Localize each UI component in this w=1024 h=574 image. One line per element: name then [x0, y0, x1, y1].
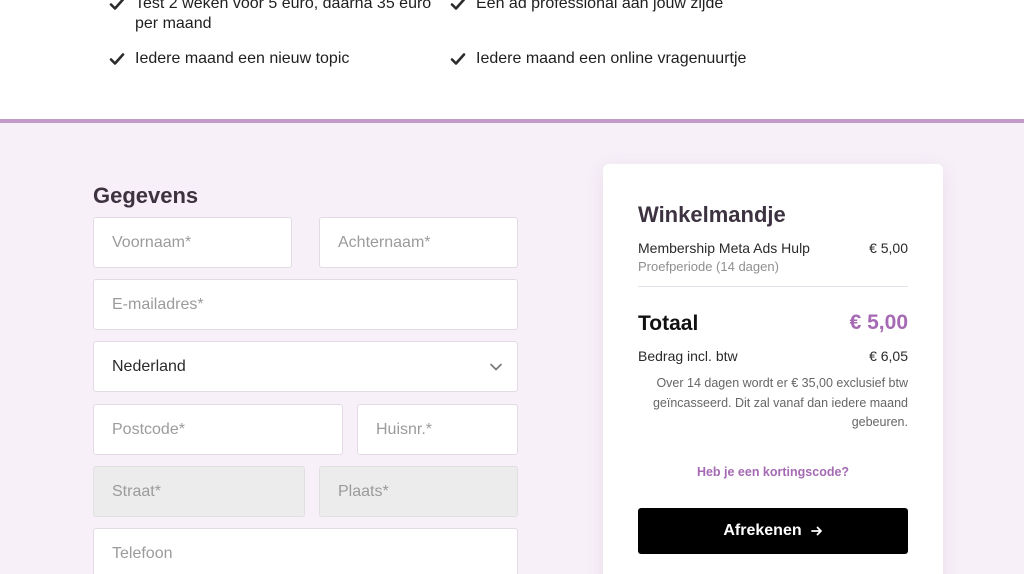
check-icon: [450, 53, 466, 65]
vat-label: Bedrag incl. btw: [638, 348, 738, 364]
first-name-placeholder: Voornaam*: [112, 233, 192, 251]
cart-divider: [638, 286, 908, 287]
cart-item-subtitle: Proefperiode (14 dagen): [638, 259, 779, 274]
phone-input[interactable]: Telefoon: [93, 528, 518, 574]
country-select[interactable]: Nederland: [93, 341, 518, 392]
checkout-section: Gegevens Voornaam* Achternaam* E-mailadr…: [0, 123, 1024, 574]
benefit-text: Iedere maand een online vragenuurtje: [476, 50, 747, 67]
country-value: Nederland: [112, 357, 186, 375]
cart-title: Winkelmandje: [638, 202, 786, 227]
benefit-item: Iedere maand een online vragenuurtje: [450, 49, 780, 69]
street-input[interactable]: Straat*: [93, 466, 305, 517]
house-number-input[interactable]: Huisnr.*: [357, 404, 518, 455]
benefit-item: Een ad professional aan jouw zijde: [450, 0, 780, 14]
first-name-input[interactable]: Voornaam*: [93, 217, 292, 268]
last-name-placeholder: Achternaam*: [338, 233, 431, 251]
cart-item-name: Membership Meta Ads Hulp: [638, 240, 810, 256]
phone-placeholder: Telefoon: [112, 544, 173, 562]
checkout-label: Afrekenen: [723, 522, 802, 539]
total-label: Totaal: [638, 312, 699, 335]
street-placeholder: Straat*: [112, 482, 161, 500]
benefit-text: Iedere maand een nieuw topic: [135, 50, 350, 67]
postcode-input[interactable]: Postcode*: [93, 404, 343, 455]
benefit-item: Test 2 weken voor 5 euro, daarna 35 euro…: [109, 0, 439, 34]
chevron-down-icon: [490, 363, 502, 370]
benefit-item: Iedere maand een nieuw topic: [109, 49, 439, 69]
discount-code-link[interactable]: Heb je een kortingscode?: [603, 465, 943, 479]
form-title: Gegevens: [93, 183, 199, 208]
benefits-section: Test 2 weken voor 5 euro, daarna 35 euro…: [0, 0, 1024, 119]
email-placeholder: E-mailadres*: [112, 295, 204, 313]
total-value: € 5,00: [849, 311, 908, 334]
house-number-placeholder: Huisnr.*: [376, 420, 433, 438]
check-icon: [450, 0, 466, 10]
city-input[interactable]: Plaats*: [319, 466, 518, 517]
arrow-right-icon: [810, 526, 822, 536]
cart-item-price: € 5,00: [869, 240, 908, 256]
check-icon: [109, 53, 125, 65]
postcode-placeholder: Postcode*: [112, 420, 185, 438]
benefit-text: Test 2 weken voor 5 euro, daarna 35 euro…: [135, 0, 432, 32]
city-placeholder: Plaats*: [338, 482, 389, 500]
cart-panel: Winkelmandje Membership Meta Ads Hulp € …: [603, 164, 943, 574]
benefit-text: Een ad professional aan jouw zijde: [476, 0, 724, 12]
vat-value: € 6,05: [869, 348, 908, 364]
checkout-button[interactable]: Afrekenen: [638, 508, 908, 554]
check-icon: [109, 0, 125, 10]
last-name-input[interactable]: Achternaam*: [319, 217, 518, 268]
billing-note: Over 14 dagen wordt er € 35,00 exclusief…: [652, 376, 908, 429]
email-input[interactable]: E-mailadres*: [93, 279, 518, 330]
